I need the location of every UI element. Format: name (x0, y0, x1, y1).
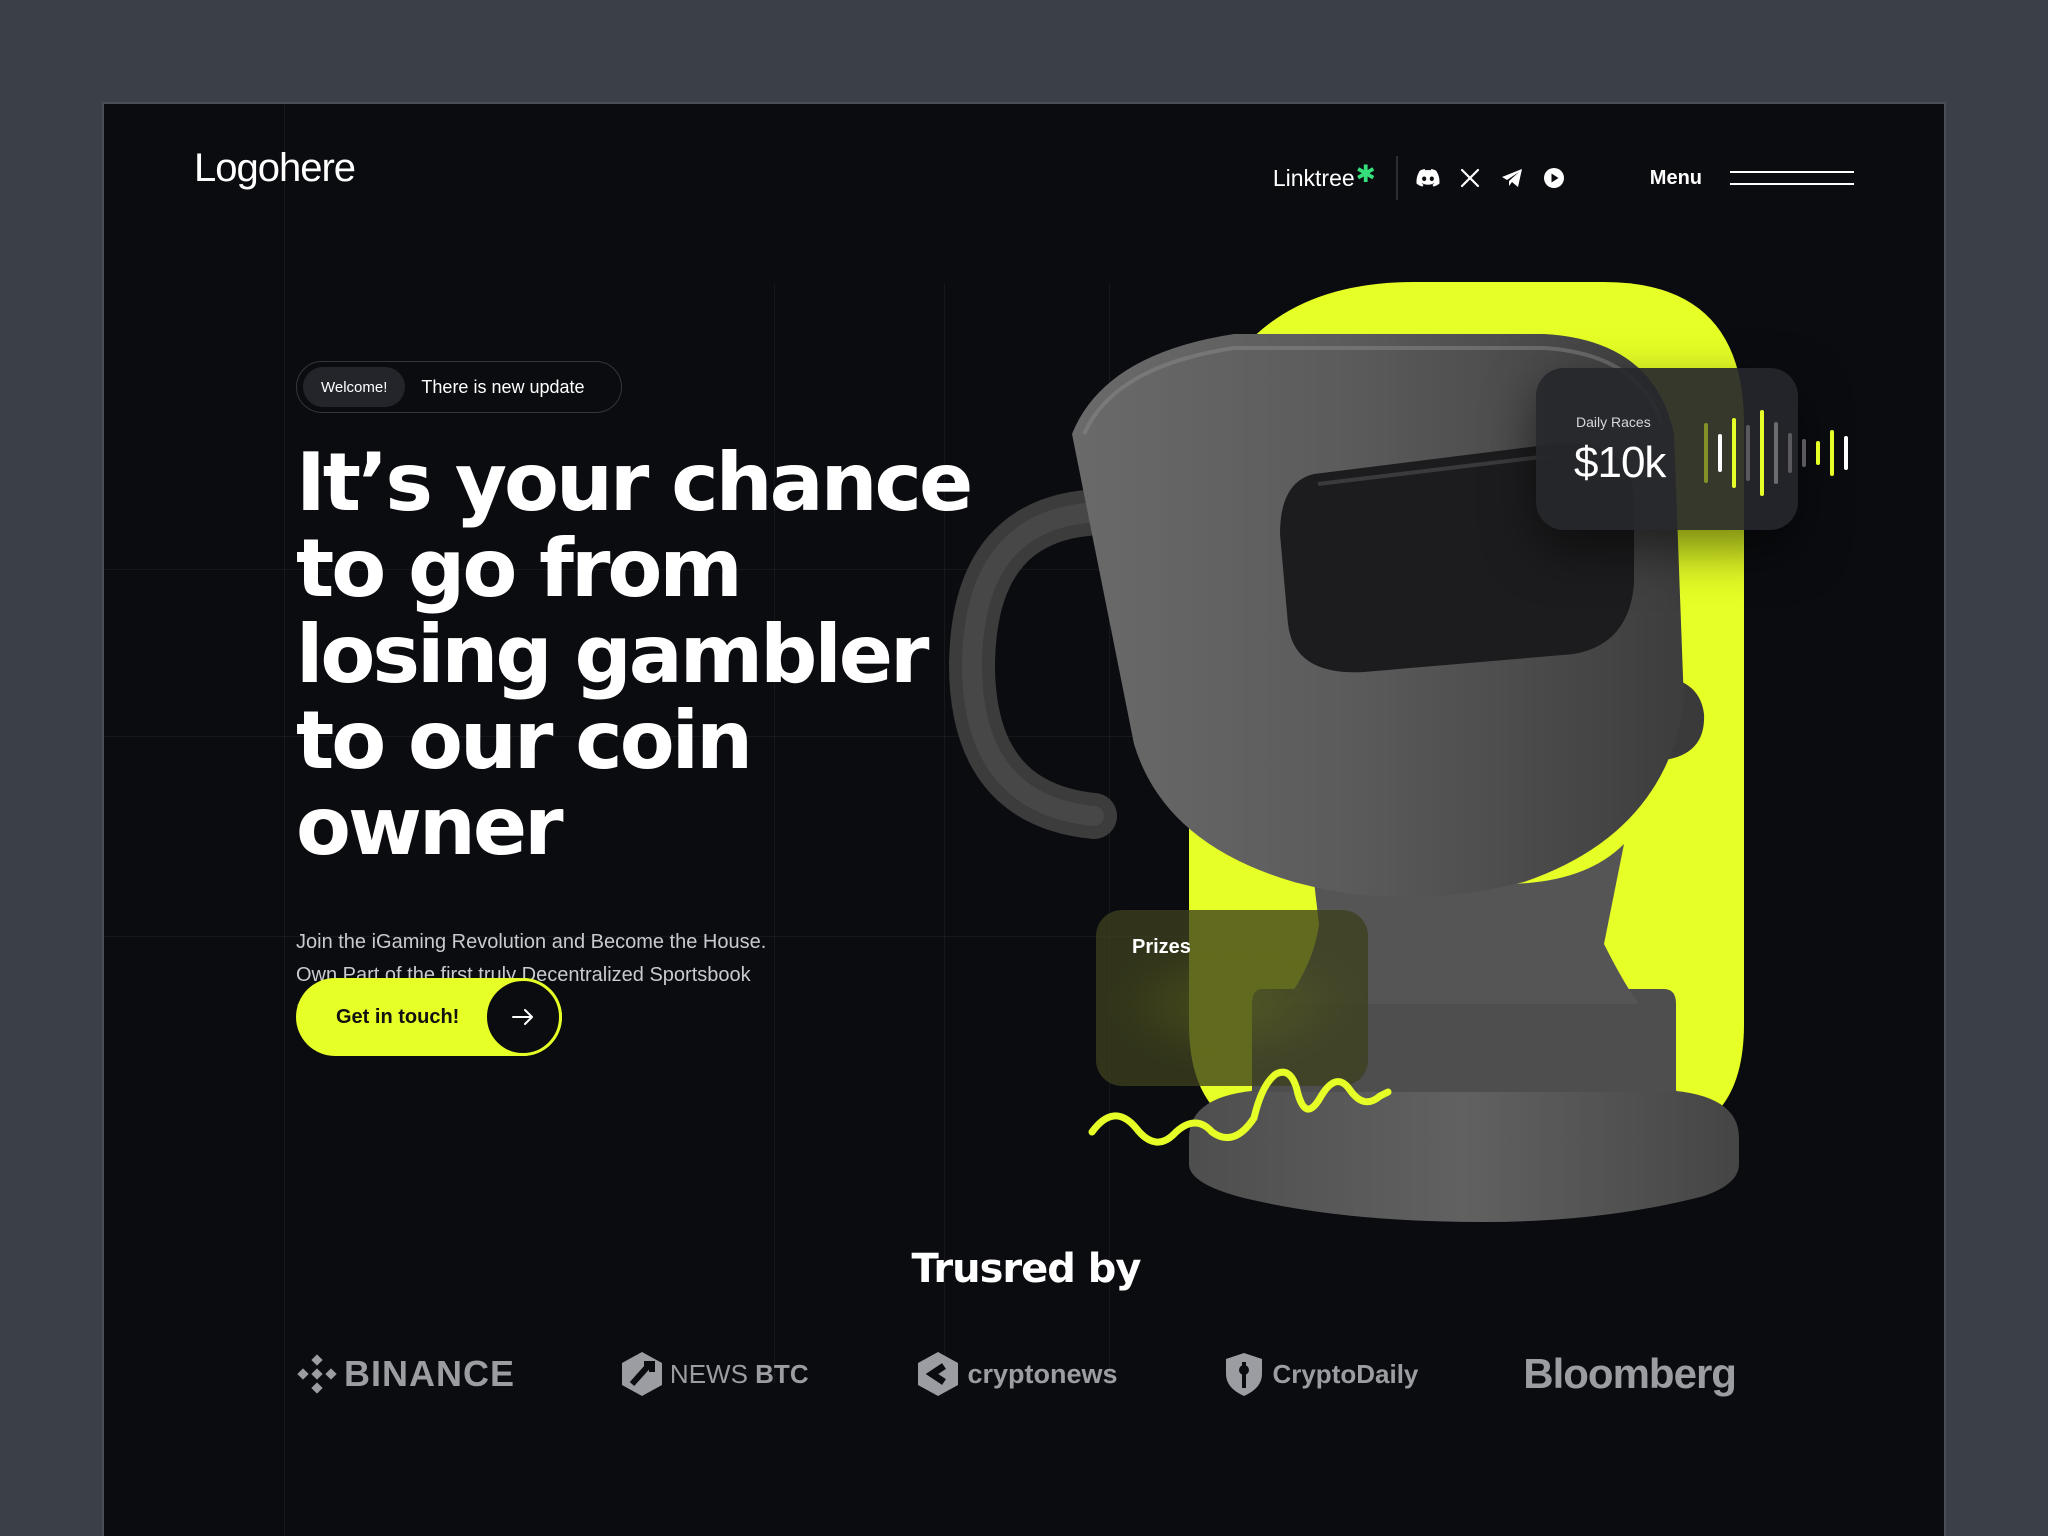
bloomberg-label: Bloomberg (1523, 1350, 1737, 1397)
cryptonews-icon (917, 1352, 958, 1396)
trusted-by-title: Trusred by (911, 1246, 1141, 1292)
linktree-link[interactable]: Linktree ✱ (1272, 161, 1376, 193)
btc-label: BTC (755, 1358, 809, 1389)
page-frame: Logohere Linktree ✱ Menu Welcome! There … (102, 102, 1946, 1536)
soundwave-bars (1704, 408, 1848, 498)
announcement-text: There is new update (421, 376, 585, 397)
play-icon[interactable] (1542, 166, 1566, 190)
daily-races-card[interactable]: Daily Races $10k (1536, 368, 1848, 530)
cta-label: Get in touch! (336, 1005, 460, 1028)
get-in-touch-button[interactable]: Get in touch! (296, 978, 562, 1056)
newsbtc-logo: NEWS BTC (620, 1350, 809, 1398)
bloomberg-logo: Bloomberg (1523, 1350, 1737, 1398)
binance-label: BINANCE (344, 1353, 516, 1394)
hero-headline: It’s your chance to go from losing gambl… (296, 436, 973, 873)
announcement-pill[interactable]: Welcome! There is new update (296, 361, 622, 413)
races-value: $10k (1574, 438, 1666, 487)
arrow-right-icon (484, 978, 562, 1056)
cryptodaily-label: CryptoDaily (1272, 1358, 1419, 1389)
welcome-tag: Welcome! (303, 367, 406, 407)
hero-subtext-line: Join the iGaming Revolution and Become t… (296, 931, 767, 953)
partner-logos: BINANCE NEWS BTC cryptonews CryptoDaily … (296, 1344, 1737, 1404)
top-nav: Linktree ✱ Menu (1273, 156, 1854, 200)
telegram-icon[interactable] (1500, 166, 1524, 190)
prizes-squiggle-icon (1088, 1068, 1392, 1146)
races-label: Daily Races (1576, 414, 1651, 430)
nav-divider (1395, 156, 1398, 200)
linktree-label: Linktree (1272, 164, 1355, 191)
newsbtc-icon (621, 1352, 662, 1396)
menu-label: Menu (1649, 166, 1702, 189)
cryptodaily-icon (1226, 1353, 1263, 1396)
discord-icon[interactable] (1416, 166, 1440, 190)
cryptonews-logo: cryptonews (914, 1350, 1118, 1398)
cryptodaily-logo: CryptoDaily (1222, 1350, 1418, 1398)
news-label: NEWS (669, 1358, 748, 1389)
linktree-star-icon: ✱ (1355, 160, 1376, 188)
binance-logo: BINANCE (296, 1353, 515, 1395)
site-logo[interactable]: Logohere (194, 146, 356, 191)
social-links (1416, 166, 1566, 190)
menu-button[interactable]: Menu (1650, 167, 1854, 190)
prizes-label: Prizes (1132, 936, 1191, 958)
x-icon[interactable] (1458, 166, 1482, 190)
menu-lines-icon (1730, 171, 1854, 185)
binance-icon (297, 1354, 337, 1394)
cryptonews-label: cryptonews (967, 1358, 1118, 1389)
